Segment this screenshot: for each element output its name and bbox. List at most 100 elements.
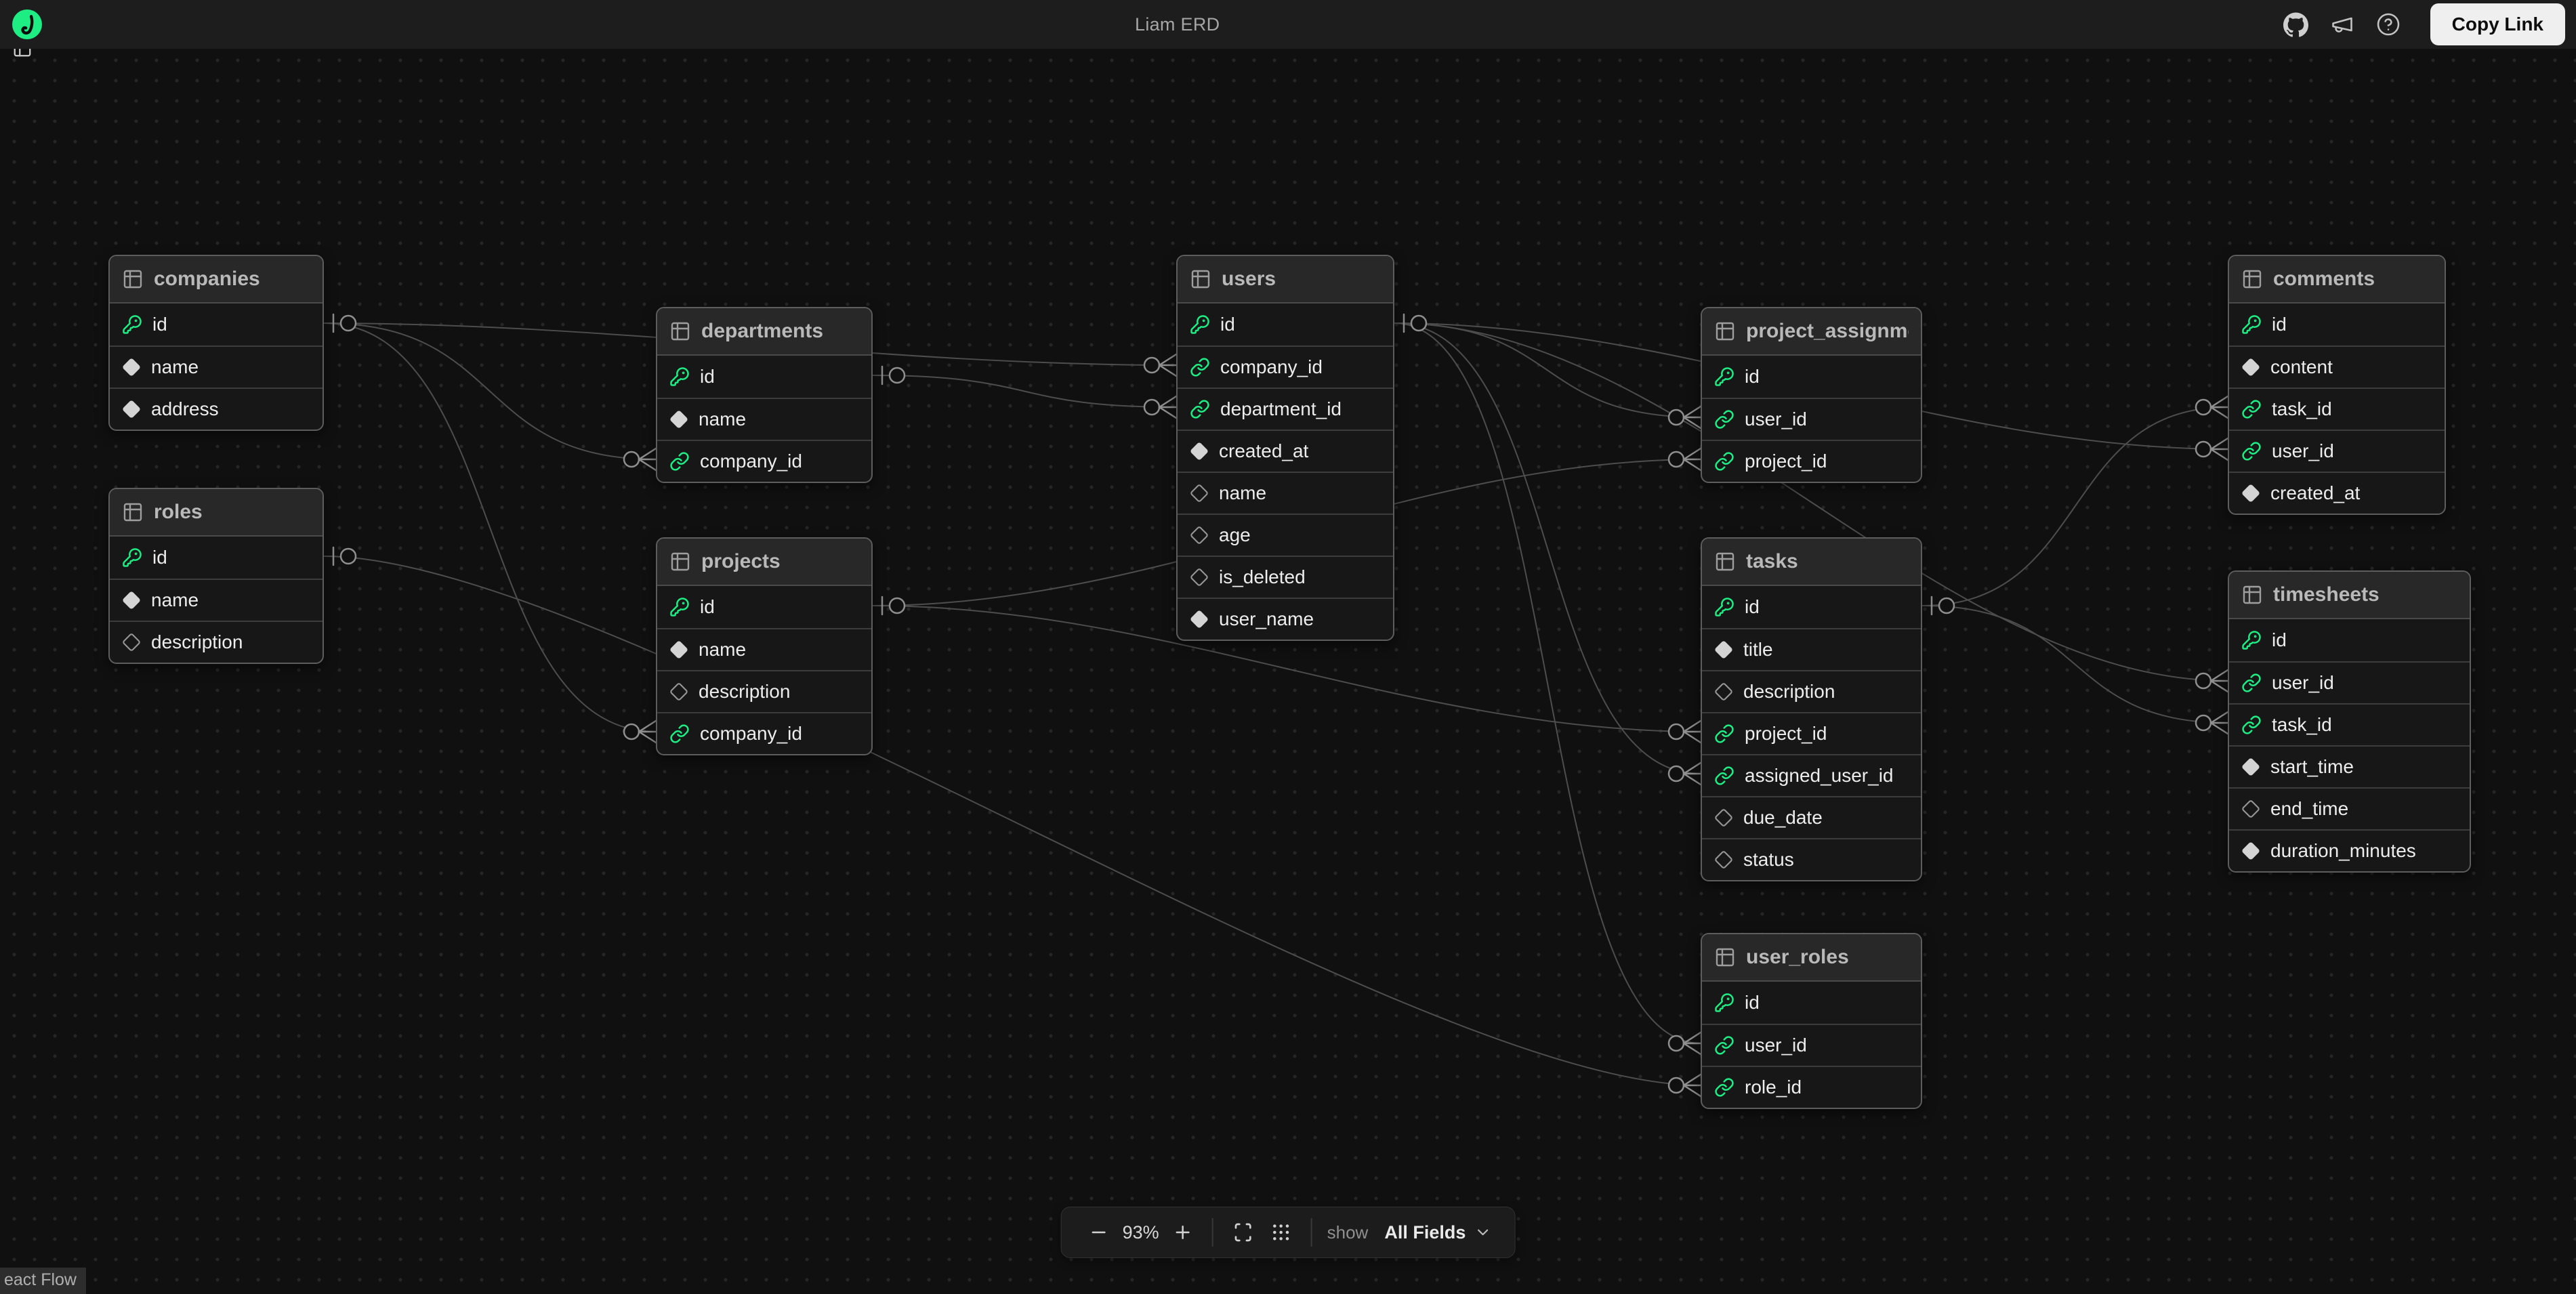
table-row-company_id[interactable]: company_id <box>657 712 871 754</box>
link-icon <box>669 451 690 472</box>
table-node-project_assignme...[interactable]: project_assignme...id user_idproject_id <box>1701 307 1922 483</box>
announcements-button[interactable] <box>2330 12 2354 37</box>
table-header[interactable]: users <box>1178 256 1393 304</box>
table-row-start_time[interactable]: start_time <box>2229 745 2470 787</box>
table-node-projects[interactable]: projectsidnamedescriptioncompany_id <box>656 537 873 755</box>
table-row-name[interactable]: name <box>110 579 323 621</box>
table-row-task_id[interactable]: task_id <box>2229 703 2470 745</box>
table-row-description[interactable]: description <box>110 621 323 663</box>
table-row-duration_minutes[interactable]: duration_minutes <box>2229 829 2470 871</box>
key-icon <box>122 314 142 335</box>
table-row-status[interactable]: status <box>1702 838 1921 880</box>
table-row-id[interactable]: id <box>1178 304 1393 346</box>
table-row-name[interactable]: name <box>1178 472 1393 514</box>
table-row-id[interactable]: id <box>657 356 871 398</box>
liam-logo-icon[interactable] <box>12 9 42 39</box>
table-row-content[interactable]: content <box>2229 346 2445 388</box>
table-row-title[interactable]: title <box>1702 628 1921 670</box>
zoom-out-button[interactable] <box>1081 1222 1117 1243</box>
table-row-assigned_user_id[interactable]: assigned_user_id <box>1702 754 1921 796</box>
table-node-tasks[interactable]: tasks id titledescriptionproject_idassigne… <box>1701 537 1922 881</box>
copy-link-button[interactable]: Copy Link <box>2430 3 2565 45</box>
link-icon <box>1714 409 1734 430</box>
table-row-id[interactable]: id <box>657 586 871 628</box>
column-name: role_id <box>1745 1077 1802 1098</box>
table-header[interactable]: comments <box>2229 256 2445 304</box>
column-name: id <box>152 547 167 568</box>
column-name: id <box>152 314 167 335</box>
table-row-name[interactable]: name <box>110 346 323 388</box>
table-title: project_assignme... <box>1746 320 1909 343</box>
table-row-user_id[interactable]: user_id <box>2229 661 2470 703</box>
column-name: id <box>1745 366 1760 388</box>
plus-icon <box>1173 1222 1193 1243</box>
table-header[interactable]: roles <box>110 489 323 537</box>
erd-canvas[interactable]: companiesidnameaddressrolesidnamedescrip… <box>0 49 2576 1294</box>
table-header[interactable]: timesheets <box>2229 572 2470 619</box>
diamond-icon <box>2241 757 2260 776</box>
zoom-in-button[interactable] <box>1165 1222 1201 1243</box>
table-row-user_name[interactable]: user_name <box>1178 598 1393 640</box>
table-row-company_id[interactable]: company_id <box>657 440 871 482</box>
table-header[interactable]: companies <box>110 256 323 304</box>
link-icon <box>1714 724 1734 744</box>
table-row-company_id[interactable]: company_id <box>1178 346 1393 388</box>
table-node-users[interactable]: usersidcompany_iddepartment_idcreated_at… <box>1176 255 1394 641</box>
table-row-project_id[interactable]: project_id <box>1702 440 1921 482</box>
table-header[interactable]: projects <box>657 539 871 586</box>
table-header[interactable]: user_roles <box>1702 934 1921 982</box>
table-node-companies[interactable]: companies id nameaddress <box>108 255 324 431</box>
table-row-created_at[interactable]: created_at <box>2229 472 2445 514</box>
help-button[interactable] <box>2376 12 2401 37</box>
table-row-age[interactable]: age <box>1178 514 1393 556</box>
table-row-description[interactable]: description <box>1702 670 1921 712</box>
table-header[interactable]: tasks <box>1702 539 1921 586</box>
topbar-actions: Copy Link <box>2283 0 2565 49</box>
table-node-user_roles[interactable]: user_rolesiduser_id role_id <box>1701 933 1922 1109</box>
table-row-project_id[interactable]: project_id <box>1702 712 1921 754</box>
table-node-timesheets[interactable]: timesheetsiduser_idtask_idstart_timeend_… <box>2228 570 2471 873</box>
table-row-department_id[interactable]: department_id <box>1178 388 1393 430</box>
table-icon <box>669 320 691 342</box>
column-name: user_name <box>1219 608 1314 630</box>
table-row-user_id[interactable]: user_id <box>1702 398 1921 440</box>
table-row-id[interactable]: id <box>110 537 323 579</box>
table-row-address[interactable]: address <box>110 388 323 430</box>
link-icon <box>2241 441 2262 461</box>
key-icon <box>122 547 142 568</box>
table-row-name[interactable]: name <box>657 398 871 440</box>
table-row-name[interactable]: name <box>657 628 871 670</box>
table-row-end_time[interactable]: end_time <box>2229 787 2470 829</box>
table-row-due_date[interactable]: due_date <box>1702 796 1921 838</box>
diamond-outline-icon <box>122 633 141 652</box>
tidy-up-icon <box>1270 1222 1292 1243</box>
table-header[interactable]: departments <box>657 308 871 356</box>
github-button[interactable] <box>2283 12 2308 37</box>
table-icon <box>1714 946 1736 968</box>
table-row-user_id[interactable]: user_id <box>1702 1024 1921 1066</box>
table-row-created_at[interactable]: created_at <box>1178 430 1393 472</box>
table-header[interactable]: project_assignme... <box>1702 308 1921 356</box>
table-row-id[interactable]: id <box>2229 619 2470 661</box>
table-row-description[interactable]: description <box>657 670 871 712</box>
table-node-comments[interactable]: commentsidcontenttask_iduser_idcreated_a… <box>2228 255 2446 515</box>
table-node-roles[interactable]: roles id namedescription <box>108 488 324 664</box>
table-row-id[interactable]: id <box>1702 982 1921 1024</box>
table-row-id[interactable]: id <box>1702 356 1921 398</box>
fit-view-button[interactable] <box>1224 1222 1262 1243</box>
table-row-role_id[interactable]: role_id <box>1702 1066 1921 1108</box>
diamond-outline-icon <box>1714 808 1733 827</box>
table-node-departments[interactable]: departmentsidnamecompany_id <box>656 307 873 483</box>
table-row-user_id[interactable]: user_id <box>2229 430 2445 472</box>
diamond-icon <box>122 400 141 419</box>
column-name: id <box>1745 596 1760 618</box>
toolbar-divider <box>1311 1218 1312 1247</box>
tidy-up-button[interactable] <box>1262 1222 1300 1243</box>
table-row-id[interactable]: id <box>1702 586 1921 628</box>
react-flow-attribution[interactable]: eact Flow <box>0 1268 86 1294</box>
fields-filter-dropdown[interactable]: All Fields <box>1380 1222 1495 1243</box>
table-row-task_id[interactable]: task_id <box>2229 388 2445 430</box>
table-row-id[interactable]: id <box>110 304 323 346</box>
table-row-is_deleted[interactable]: is_deleted <box>1178 556 1393 598</box>
table-row-id[interactable]: id <box>2229 304 2445 346</box>
